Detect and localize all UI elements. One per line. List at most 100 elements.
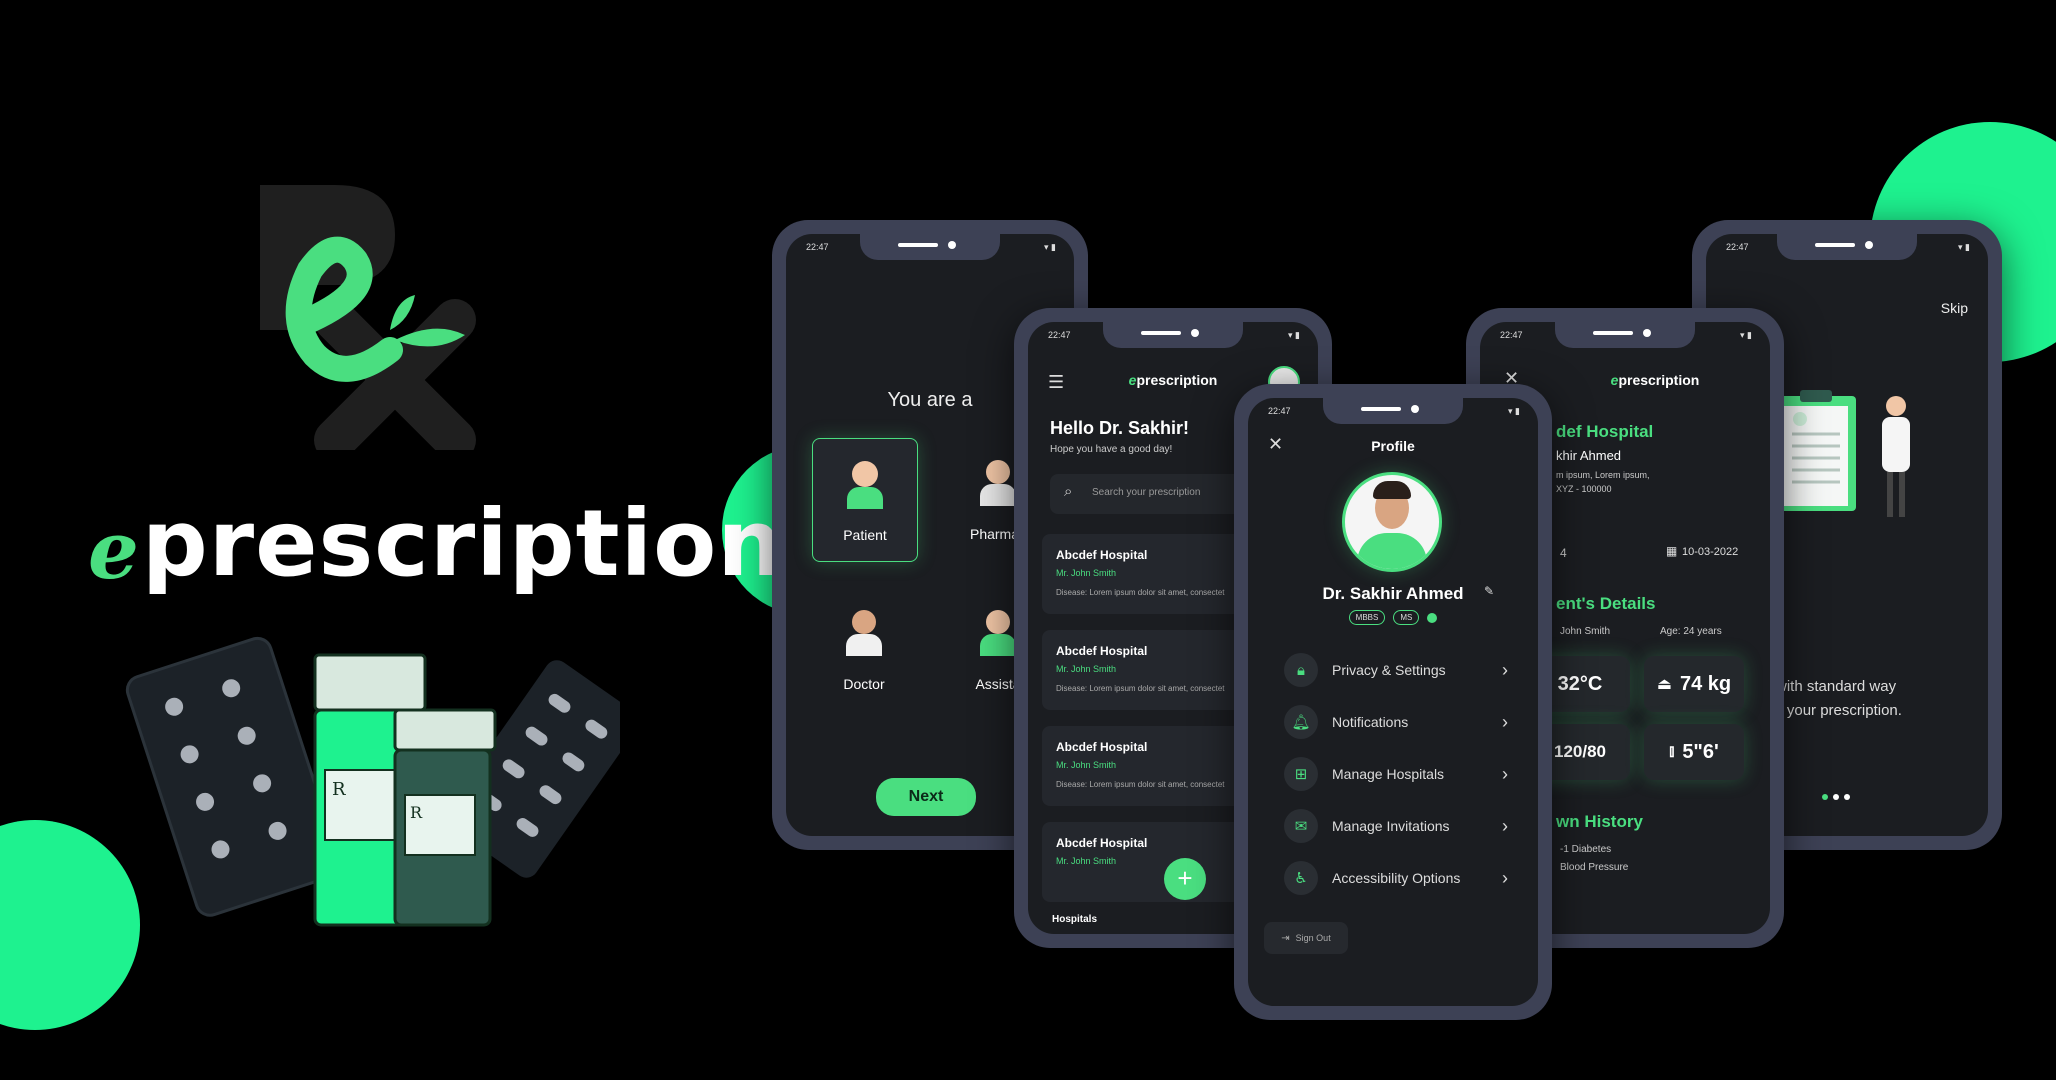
patient-name: John Smith <box>1560 626 1611 637</box>
phone-profile: 22:47 ▾ ▮ ✕ Profile Dr. Sakhir Ahmed ✎ M… <box>1234 384 1552 1020</box>
role-card-doctor[interactable]: Doctor <box>812 588 916 710</box>
patient-section-title: ent's Details <box>1556 594 1656 613</box>
weight-icon: ⏏ <box>1656 676 1672 693</box>
vital-weight-value: 74 kg <box>1679 672 1732 695</box>
menu-accessibility[interactable]: ♿︎ Accessibility Options › <box>1284 858 1508 898</box>
svg-text:R: R <box>332 779 346 800</box>
clipboard-doctor-illustration <box>1776 390 1910 517</box>
status-icons: ▾ ▮ <box>1044 242 1056 252</box>
item-hospital: Abcdef Hospital <box>1056 740 1148 754</box>
status-icons-home: ▾ ▮ <box>1288 330 1300 340</box>
vital-height-value: 5"6' <box>1682 740 1719 763</box>
chevron-right-icon: › <box>1502 867 1508 888</box>
doctor-name: khir Ahmed <box>1556 448 1622 463</box>
status-icons-detail: ▾ ▮ <box>1740 330 1752 340</box>
status-time-detail: 22:47 <box>1500 330 1523 340</box>
menu-label: Manage Hospitals <box>1332 766 1445 782</box>
history-item: Blood Pressure <box>1560 862 1629 873</box>
app-title-text: prescription <box>1136 372 1218 388</box>
chevron-right-icon: › <box>1502 711 1508 732</box>
item-doctor: Mr. John Smith <box>1056 568 1117 578</box>
verified-dot <box>1427 612 1438 623</box>
role-card-patient[interactable]: Patient <box>812 438 918 562</box>
item-detail: Disease: Lorem ipsum dolor sit amet, con… <box>1056 780 1225 789</box>
menu-manage-hospitals[interactable]: ⊞ Manage Hospitals › <box>1284 754 1508 794</box>
envelope-icon: ✉ <box>1284 809 1318 843</box>
badge-mbbs: MBBS <box>1348 610 1386 625</box>
item-hospital: Abcdef Hospital <box>1056 644 1148 658</box>
greeting: Hello Dr. Sakhir! <box>1050 418 1190 438</box>
search-placeholder: Search your prescription <box>1092 487 1201 498</box>
next-button[interactable]: Next <box>876 778 976 816</box>
brand-wordmark: e prescription <box>88 490 784 597</box>
chevron-right-icon: › <box>1502 763 1508 784</box>
status-time-onboard: 22:47 <box>1726 242 1749 252</box>
menu-label: Manage Invitations <box>1332 818 1450 834</box>
item-hospital: Abcdef Hospital <box>1056 548 1148 562</box>
assistant-avatar-icon <box>980 610 1016 658</box>
item-doctor: Mr. John Smith <box>1056 664 1117 674</box>
sign-out-label: Sign Out <box>1295 933 1331 943</box>
brand-name: prescription <box>141 490 784 597</box>
item-detail: Disease: Lorem ipsum dolor sit amet, con… <box>1056 684 1225 693</box>
calendar-icon: ▦ <box>1666 544 1678 558</box>
status-time-home: 22:47 <box>1048 330 1071 340</box>
item-doctor: Mr. John Smith <box>1056 856 1117 866</box>
role-label-doctor: Doctor <box>843 676 885 692</box>
brand-prefix: e <box>88 503 140 597</box>
history-section-title: wn History <box>1556 812 1643 831</box>
app-title-detail-text: prescription <box>1618 372 1700 388</box>
status-time-profile: 22:47 <box>1268 406 1291 416</box>
chevron-right-icon: › <box>1502 659 1508 680</box>
menu-label: Privacy & Settings <box>1332 662 1446 678</box>
sign-out-button[interactable]: ⇥ Sign Out <box>1264 922 1348 954</box>
item-detail: Disease: Lorem ipsum dolor sit amet, con… <box>1056 588 1225 597</box>
rx-logo-icon <box>260 185 476 450</box>
profile-name: Dr. Sakhir Ahmed <box>1322 584 1464 603</box>
menu-label: Notifications <box>1332 714 1409 730</box>
svg-text:R: R <box>410 803 423 822</box>
patient-avatar-icon <box>847 461 883 509</box>
address: m ipsum, Lorem ipsum, <box>1556 470 1650 480</box>
item-doctor: Mr. John Smith <box>1056 760 1117 770</box>
add-prescription-fab[interactable]: + <box>1164 858 1206 900</box>
hospital-name: def Hospital <box>1556 422 1654 441</box>
page-indicator <box>1822 794 1850 800</box>
bell-icon: 🔔︎ <box>1284 705 1318 739</box>
menu-label: Accessibility Options <box>1332 870 1461 886</box>
status-icons-onboard: ▾ ▮ <box>1958 242 1970 252</box>
subgreeting: Hope you have a good day! <box>1050 444 1173 455</box>
sign-out-icon: ⇥ <box>1281 932 1290 944</box>
medicine-illustration: R R <box>125 636 620 927</box>
item-hospital: Abcdef Hospital <box>1056 836 1148 850</box>
doctor-avatar-icon <box>846 610 882 658</box>
profile-title: Profile <box>1371 438 1415 454</box>
accessibility-icon: ♿︎ <box>1284 861 1318 895</box>
vital-height: ⫾ 5"6' <box>1644 724 1744 780</box>
menu-privacy-settings[interactable]: 🔒︎ Privacy & Settings › <box>1284 650 1508 690</box>
menu-notifications[interactable]: 🔔︎ Notifications › <box>1284 702 1508 742</box>
profile-badges: MBBS MS <box>1248 610 1538 625</box>
chevron-right-icon: › <box>1502 815 1508 836</box>
pharmacist-avatar-icon <box>980 460 1016 508</box>
status-icons-profile: ▾ ▮ <box>1508 406 1520 416</box>
profile-avatar <box>1342 472 1442 572</box>
serial-number: 4 <box>1560 546 1567 560</box>
edit-icon[interactable]: ✎ <box>1484 584 1494 598</box>
history-item: -1 Diabetes <box>1560 844 1612 855</box>
role-label-patient: Patient <box>843 527 887 543</box>
height-icon: ⫾ <box>1669 743 1675 760</box>
skip-button[interactable]: Skip <box>1941 300 1968 316</box>
search-icon: ⌕ <box>1064 483 1073 500</box>
status-time: 22:47 <box>806 242 829 252</box>
hospital-icon: ⊞ <box>1284 757 1318 791</box>
postcode: XYZ - 100000 <box>1556 484 1612 494</box>
lock-icon: 🔒︎ <box>1284 653 1318 687</box>
menu-manage-invitations[interactable]: ✉ Manage Invitations › <box>1284 806 1508 846</box>
decor-blob-bottom-left <box>0 820 140 1030</box>
patient-age: Age: 24 years <box>1660 626 1722 637</box>
app-title-detail: eprescription <box>1610 372 1700 388</box>
vital-weight: ⏏ 74 kg <box>1644 656 1744 712</box>
tab-hospitals[interactable]: Hospitals <box>1052 914 1097 925</box>
prescription-date: 10-03-2022 <box>1682 546 1739 558</box>
